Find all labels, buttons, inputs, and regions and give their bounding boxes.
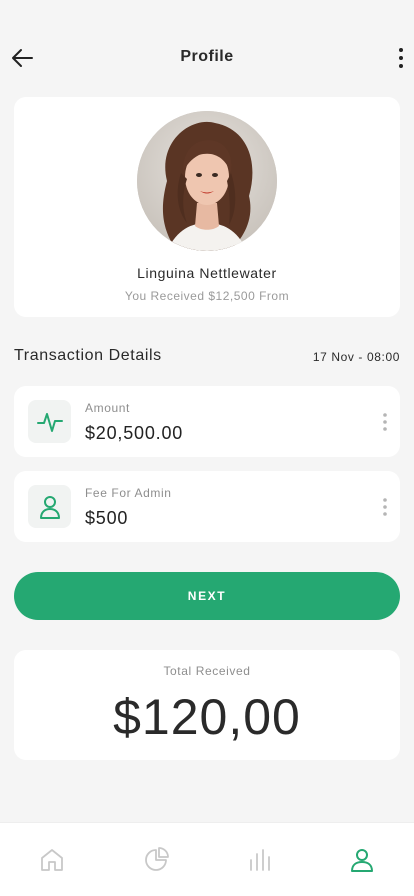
vertical-dots-icon	[399, 48, 403, 68]
bottom-navigation	[0, 822, 414, 896]
user-icon	[351, 849, 373, 872]
nav-profile[interactable]	[347, 845, 377, 875]
transaction-date: 17 Nov - 08:00	[312, 350, 400, 364]
activity-pulse-icon	[36, 412, 63, 432]
fee-label: Fee For Admin	[85, 486, 172, 500]
bar-chart-icon	[250, 849, 270, 871]
nav-stats[interactable]	[244, 845, 274, 875]
fee-value: $500	[85, 508, 129, 528]
avatar-photo	[137, 111, 277, 251]
pie-chart-icon	[145, 847, 169, 871]
detail-icon-box	[28, 400, 71, 443]
nav-home[interactable]	[37, 845, 67, 875]
nav-analytics[interactable]	[141, 845, 171, 875]
amount-label: Amount	[85, 401, 130, 415]
amount-menu-button[interactable]	[382, 412, 388, 432]
detail-icon-box	[28, 485, 71, 528]
vertical-dots-icon	[383, 498, 387, 516]
profile-subtitle: You Received $12,500 From	[124, 289, 290, 303]
user-icon	[39, 495, 60, 519]
profile-name: Linguina Nettlewater	[137, 265, 277, 281]
home-icon	[41, 849, 63, 871]
more-options-button[interactable]	[394, 44, 408, 72]
page-title: Profile	[180, 48, 234, 65]
transaction-details-heading: Transaction Details	[14, 347, 162, 364]
amount-value: $20,500.00	[85, 423, 184, 443]
top-app-bar: Profile	[0, 36, 414, 80]
amount-card[interactable]: Amount $20,500.00	[14, 386, 400, 457]
total-received-label: Total Received	[163, 664, 251, 678]
next-button[interactable]: NEXT	[14, 572, 400, 620]
fee-card[interactable]: Fee For Admin $500	[14, 471, 400, 542]
avatar	[137, 111, 277, 251]
profile-screen: Profile Linguina Nettlewater You Receive…	[0, 0, 414, 896]
fee-menu-button[interactable]	[382, 497, 388, 517]
total-received-card: Total Received $120,00	[14, 650, 400, 760]
vertical-dots-icon	[383, 413, 387, 431]
total-received-amount: $120,00	[113, 689, 301, 745]
profile-card: Linguina Nettlewater You Received $12,50…	[14, 97, 400, 317]
